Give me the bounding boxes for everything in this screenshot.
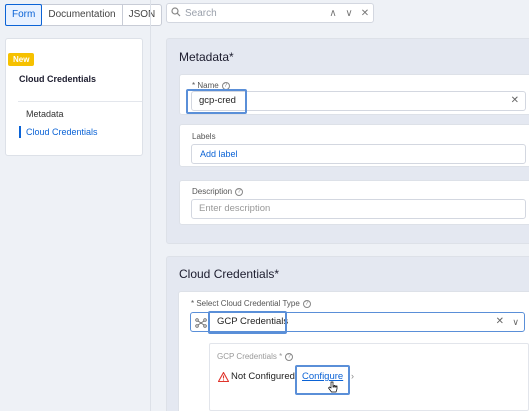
description-label: Description?	[192, 187, 244, 196]
sidebar: New Cloud Credentials Metadata Cloud Cre…	[5, 38, 143, 156]
status-text: Not Configured	[231, 371, 295, 382]
sidebar-title: Cloud Credentials	[19, 74, 97, 84]
metadata-title: Metadata*	[179, 50, 234, 64]
configure-highlight	[295, 365, 350, 395]
labels-label: Labels	[192, 132, 216, 141]
sidebar-divider	[18, 101, 142, 102]
info-icon: ?	[285, 352, 294, 361]
clear-icon[interactable]: ✕	[496, 313, 504, 331]
chevron-right-icon[interactable]: ›	[351, 371, 354, 381]
type-highlight	[208, 311, 287, 334]
sidebar-item-metadata[interactable]: Metadata	[26, 109, 64, 119]
gcp-credentials-label: GCP Credentials *?	[217, 352, 294, 361]
view-tabs: Form Documentation JSON	[5, 4, 163, 26]
credential-type-icon	[195, 317, 207, 335]
info-icon: ?	[302, 299, 311, 308]
name-highlight	[186, 89, 247, 114]
metadata-section: Metadata* * Name? gcp-cred ✕ Labels Add …	[166, 38, 529, 244]
labels-field: Add label	[191, 144, 526, 164]
clear-icon[interactable]: ✕	[511, 92, 519, 110]
pointer-cursor-icon	[328, 380, 338, 398]
tab-documentation[interactable]: Documentation	[42, 5, 123, 25]
sidebar-item-cloud-credentials[interactable]: Cloud Credentials	[26, 127, 98, 137]
info-icon: ?	[235, 187, 244, 196]
search-bar: ∧ ∨ ✕	[166, 3, 374, 23]
credential-type-label: * Select Cloud Credential Type?	[191, 299, 311, 308]
tab-json[interactable]: JSON	[123, 5, 162, 25]
add-label-link[interactable]: Add label	[200, 145, 238, 163]
tab-form[interactable]: Form	[5, 4, 43, 26]
search-icon	[167, 6, 185, 20]
active-indicator	[19, 126, 21, 138]
cloud-credentials-title: Cloud Credentials*	[179, 267, 280, 281]
chevron-up-icon[interactable]: ∧	[325, 8, 341, 19]
divider	[150, 0, 151, 411]
chevron-down-icon[interactable]: ∨	[341, 8, 357, 19]
warning-icon	[217, 369, 230, 387]
description-field[interactable]: Enter description	[191, 199, 526, 219]
chevron-down-icon[interactable]: ∨	[512, 313, 519, 331]
close-icon[interactable]: ✕	[357, 8, 373, 19]
search-input[interactable]	[185, 7, 325, 19]
new-badge: New	[8, 53, 35, 66]
